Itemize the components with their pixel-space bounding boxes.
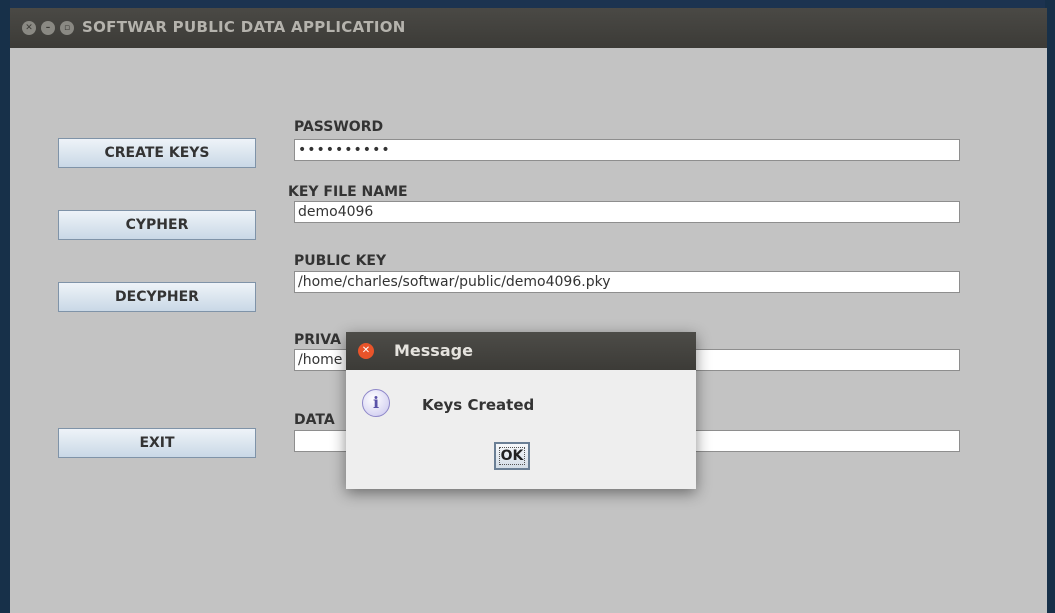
ok-button-label: OK xyxy=(498,447,526,465)
key-file-name-label: KEY FILE NAME xyxy=(288,184,408,200)
dialog-title: Message xyxy=(394,341,473,360)
cypher-button[interactable]: CYPHER xyxy=(58,210,256,240)
maximize-icon[interactable]: ▫ xyxy=(60,21,74,35)
close-icon[interactable]: ✕ xyxy=(22,21,36,35)
minimize-icon[interactable]: – xyxy=(41,21,55,35)
window-title: SOFTWAR PUBLIC DATA APPLICATION xyxy=(82,18,406,36)
dialog-message: Keys Created xyxy=(422,396,535,414)
password-field[interactable]: •••••••••• xyxy=(294,139,960,161)
dialog-close-icon[interactable]: ✕ xyxy=(358,343,374,359)
create-keys-button[interactable]: CREATE KEYS xyxy=(58,138,256,168)
private-key-label: PRIVA xyxy=(294,332,341,348)
dialog-titlebar[interactable]: ✕ Message xyxy=(346,332,696,370)
exit-button[interactable]: EXIT xyxy=(58,428,256,458)
message-dialog: ✕ Message i Keys Created OK xyxy=(346,332,696,489)
public-key-label: PUBLIC KEY xyxy=(294,253,387,269)
desktop-background xyxy=(0,0,10,613)
window-titlebar[interactable]: ✕ – ▫ SOFTWAR PUBLIC DATA APPLICATION xyxy=(10,8,1047,48)
info-icon: i xyxy=(362,389,390,417)
password-label: PASSWORD xyxy=(294,119,384,135)
public-key-field[interactable]: /home/charles/softwar/public/demo4096.pk… xyxy=(294,271,960,293)
ok-button[interactable]: OK xyxy=(494,442,530,470)
main-window: ✕ – ▫ SOFTWAR PUBLIC DATA APPLICATION CR… xyxy=(10,8,1047,613)
decypher-button[interactable]: DECYPHER xyxy=(58,282,256,312)
data-label: DATA xyxy=(294,412,335,428)
key-file-name-field[interactable]: demo4096 xyxy=(294,201,960,223)
